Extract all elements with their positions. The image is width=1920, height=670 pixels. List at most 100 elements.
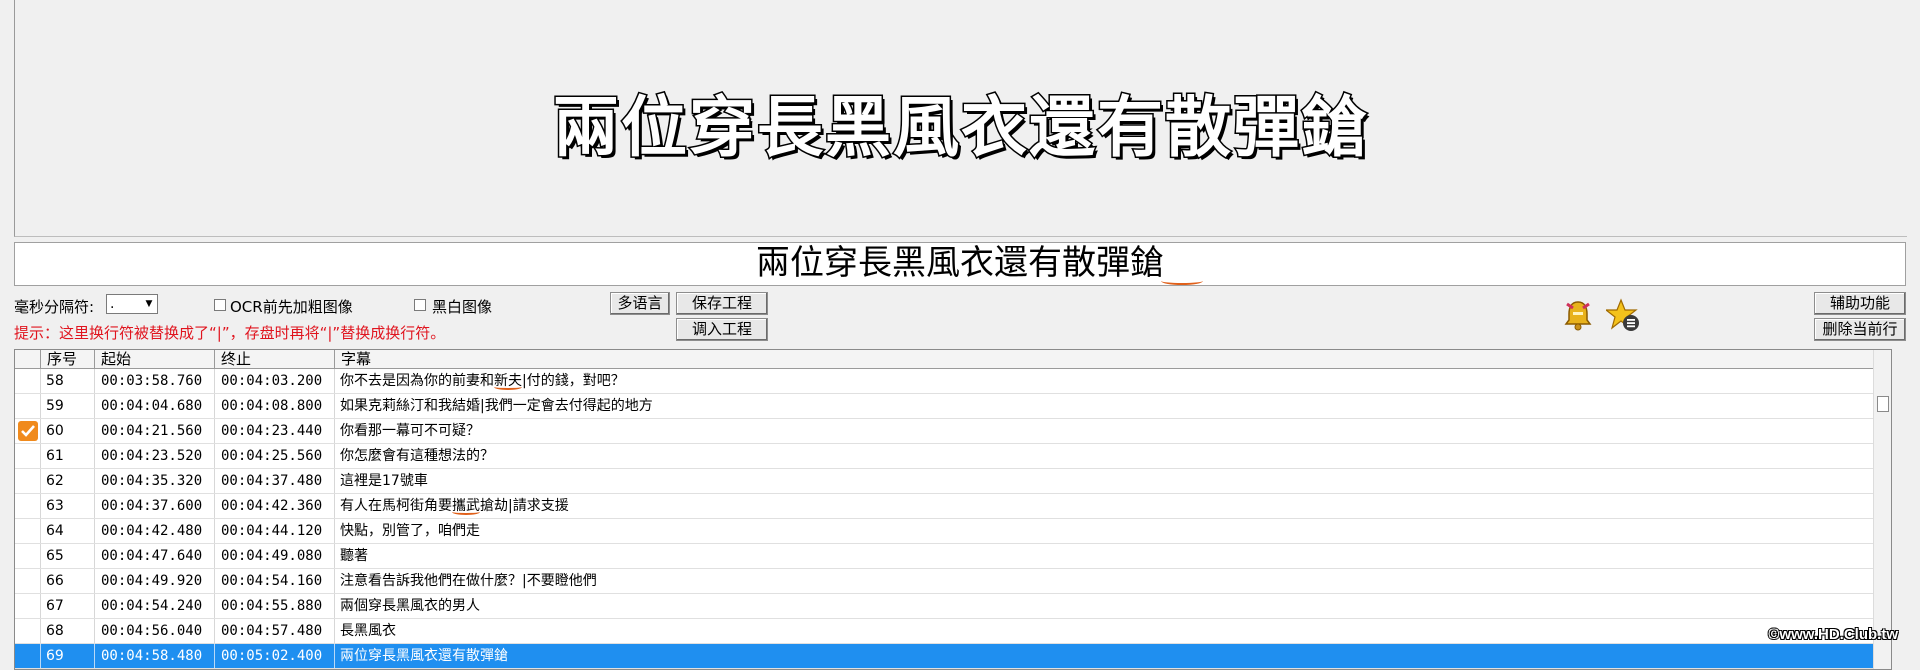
row-subtitle-text: 兩個穿長黑風衣的男人 bbox=[340, 598, 480, 614]
row-start-time: 00:04:58.480 bbox=[95, 644, 215, 668]
row-index: 66 bbox=[41, 569, 95, 593]
row-subtitle-text: 這裡是17號車 bbox=[340, 473, 428, 489]
row-check-cell[interactable] bbox=[15, 369, 41, 393]
row-end-time: 00:04:25.560 bbox=[215, 444, 335, 468]
row-end-time: 00:04:23.440 bbox=[215, 419, 335, 443]
load-project-button[interactable]: 调入工程 bbox=[676, 318, 768, 341]
row-index: 63 bbox=[41, 494, 95, 518]
row-index: 60 bbox=[41, 419, 95, 443]
table-row[interactable]: 69 00:04:58.480 00:05:02.400 兩位穿長黑風衣還有散彈鎗 bbox=[15, 644, 1875, 669]
ocr-bold-checkbox[interactable] bbox=[214, 299, 226, 311]
scrollbar-thumb[interactable] bbox=[1877, 396, 1889, 412]
row-subtitle-text: 快點，別管了，咱們走 bbox=[340, 523, 480, 539]
row-subtitle-text: 有人在馬柯街角要攜武搶劫|請求支援 bbox=[340, 498, 569, 514]
row-check-cell[interactable] bbox=[15, 619, 41, 643]
table-row[interactable]: 68 00:04:56.040 00:04:57.480 長黑風衣 bbox=[15, 619, 1875, 644]
table-header: 序号 起始 终止 字幕 bbox=[15, 350, 1875, 369]
vertical-scrollbar[interactable] bbox=[1873, 350, 1891, 669]
row-end-time: 00:04:08.800 bbox=[215, 394, 335, 418]
row-end-time: 00:05:02.400 bbox=[215, 644, 335, 668]
row-check-cell[interactable] bbox=[15, 469, 41, 493]
row-index: 61 bbox=[41, 444, 95, 468]
row-start-time: 00:04:42.480 bbox=[95, 519, 215, 543]
table-row[interactable]: 63 00:04:37.600 00:04:42.360 有人在馬柯街角要攜武搶劫|請… bbox=[15, 494, 1875, 519]
watermark: ©www.HD.Club.tw bbox=[1768, 626, 1898, 643]
row-subtitle-text: 長黑風衣 bbox=[340, 623, 396, 639]
row-check-cell[interactable] bbox=[15, 444, 41, 468]
bell-icon[interactable] bbox=[1561, 298, 1595, 332]
row-subtitle-text: 你不去是因為你的前妻和新夫|付的錢，對吧？ bbox=[340, 373, 625, 389]
row-subtitle-text: 你看那一幕可不可疑？ bbox=[340, 423, 480, 439]
row-start-time: 00:04:35.320 bbox=[95, 469, 215, 493]
row-index: 62 bbox=[41, 469, 95, 493]
row-index: 58 bbox=[41, 369, 95, 393]
header-index[interactable]: 序号 bbox=[41, 350, 95, 368]
row-end-time: 00:04:49.080 bbox=[215, 544, 335, 568]
multilang-button[interactable]: 多语言 bbox=[610, 292, 670, 315]
ms-separator-value: . bbox=[110, 296, 115, 312]
spell-error-word: 新夫 bbox=[494, 373, 522, 389]
table-row[interactable]: 64 00:04:42.480 00:04:44.120 快點，別管了，咱們走 bbox=[15, 519, 1875, 544]
table-row[interactable]: 60 00:04:21.560 00:04:23.440 你看那一幕可不可疑？ bbox=[15, 419, 1875, 444]
hint-text: 提示：这里换行符被替换成了“|”，存盘时再将“|”替换成换行符。 bbox=[14, 324, 446, 342]
delete-row-button[interactable]: 删除当前行 bbox=[1814, 318, 1906, 341]
row-end-time: 00:04:54.160 bbox=[215, 569, 335, 593]
row-subtitle-text: 你怎麼會有這種想法的？ bbox=[340, 448, 494, 464]
row-end-time: 00:04:42.360 bbox=[215, 494, 335, 518]
row-index: 64 bbox=[41, 519, 95, 543]
row-start-time: 00:04:56.040 bbox=[95, 619, 215, 643]
row-check-cell[interactable] bbox=[15, 594, 41, 618]
row-start-time: 00:04:47.640 bbox=[95, 544, 215, 568]
row-check-cell[interactable] bbox=[15, 519, 41, 543]
row-start-time: 00:04:04.680 bbox=[95, 394, 215, 418]
row-index: 65 bbox=[41, 544, 95, 568]
header-start[interactable]: 起始 bbox=[95, 350, 215, 368]
subtitle-edit-field[interactable]: 兩位穿長黑風衣還有散彈鎗 bbox=[14, 242, 1906, 286]
star-list-icon[interactable] bbox=[1604, 298, 1640, 332]
row-check-cell[interactable] bbox=[15, 494, 41, 518]
table-row[interactable]: 59 00:04:04.680 00:04:08.800 如果克莉絲汀和我結婚|我們一… bbox=[15, 394, 1875, 419]
table-row[interactable]: 62 00:04:35.320 00:04:37.480 這裡是17號車 bbox=[15, 469, 1875, 494]
header-end[interactable]: 终止 bbox=[215, 350, 335, 368]
table-row[interactable]: 61 00:04:23.520 00:04:25.560 你怎麼會有這種想法的？ bbox=[15, 444, 1875, 469]
row-end-time: 00:04:55.880 bbox=[215, 594, 335, 618]
ocr-bold-label: OCR前先加粗图像 bbox=[230, 298, 353, 316]
row-end-time: 00:04:37.480 bbox=[215, 469, 335, 493]
row-index: 59 bbox=[41, 394, 95, 418]
row-subtitle-text: 注意看告訴我他們在做什麼？|不要瞪他們 bbox=[340, 573, 597, 589]
table-row[interactable]: 67 00:04:54.240 00:04:55.880 兩個穿長黑風衣的男人 bbox=[15, 594, 1875, 619]
video-preview: 兩位穿長黑風衣還有散彈鎗 bbox=[14, 0, 1907, 237]
checkmark-icon[interactable] bbox=[18, 421, 38, 441]
assist-button[interactable]: 辅助功能 bbox=[1814, 292, 1906, 315]
row-check-cell[interactable] bbox=[15, 394, 41, 418]
row-check-cell[interactable] bbox=[15, 569, 41, 593]
row-start-time: 00:03:58.760 bbox=[95, 369, 215, 393]
header-text[interactable]: 字幕 bbox=[335, 350, 1875, 368]
row-index: 67 bbox=[41, 594, 95, 618]
row-check-cell[interactable] bbox=[15, 644, 41, 668]
ms-separator-label: 毫秒分隔符: bbox=[14, 298, 95, 316]
bw-image-checkbox[interactable] bbox=[414, 299, 426, 311]
subtitle-table: 序号 起始 终止 字幕 58 00:03:58.760 00:04:03.200 你不… bbox=[14, 349, 1892, 670]
table-row[interactable]: 65 00:04:47.640 00:04:49.080 聽著 bbox=[15, 544, 1875, 569]
subtitle-edit-text: 兩位穿長黑風衣還有散彈鎗 bbox=[756, 243, 1164, 283]
row-end-time: 00:04:03.200 bbox=[215, 369, 335, 393]
preview-subtitle: 兩位穿長黑風衣還有散彈鎗 bbox=[552, 87, 1369, 168]
row-start-time: 00:04:21.560 bbox=[95, 419, 215, 443]
spell-error-word: 攜武 bbox=[452, 498, 480, 514]
row-subtitle-text: 兩位穿長黑風衣還有散彈鎗 bbox=[340, 648, 508, 664]
table-row[interactable]: 66 00:04:49.920 00:04:54.160 注意看告訴我他們在做什麼？|… bbox=[15, 569, 1875, 594]
row-check-cell[interactable] bbox=[15, 419, 41, 443]
row-start-time: 00:04:23.520 bbox=[95, 444, 215, 468]
table-row[interactable]: 58 00:03:58.760 00:04:03.200 你不去是因為你的前妻和新夫|… bbox=[15, 369, 1875, 394]
row-start-time: 00:04:54.240 bbox=[95, 594, 215, 618]
row-index: 68 bbox=[41, 619, 95, 643]
save-project-button[interactable]: 保存工程 bbox=[676, 292, 768, 315]
row-check-cell[interactable] bbox=[15, 544, 41, 568]
ms-separator-select[interactable]: . ▼ bbox=[106, 294, 158, 314]
header-check bbox=[15, 350, 41, 368]
row-start-time: 00:04:37.600 bbox=[95, 494, 215, 518]
row-start-time: 00:04:49.920 bbox=[95, 569, 215, 593]
row-subtitle-text: 如果克莉絲汀和我結婚|我們一定會去付得起的地方 bbox=[340, 398, 653, 414]
row-subtitle-text: 聽著 bbox=[340, 548, 368, 564]
